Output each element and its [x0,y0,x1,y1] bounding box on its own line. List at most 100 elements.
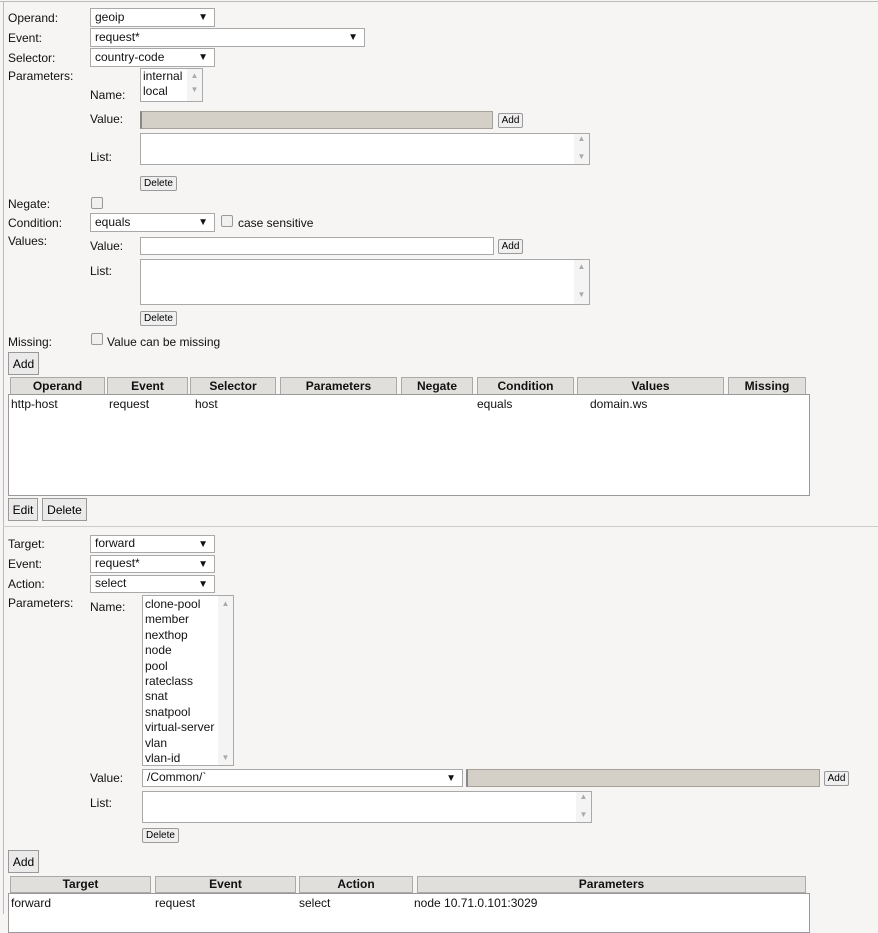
dropdown-arrow-icon: ▼ [198,12,208,23]
table-row[interactable]: forward request select node 10.71.0.101:… [9,896,809,912]
dropdown-arrow-icon: ▼ [198,52,208,63]
column-header-action[interactable]: Action [299,876,413,893]
parameter-value-input[interactable] [140,111,493,129]
selector-select[interactable]: country-code ▼ [90,48,215,67]
values-value-label: Value: [90,239,124,253]
listbox-scrollbar[interactable]: ▲ ▼ [187,69,202,101]
action-list[interactable]: ▲ ▼ [142,791,592,823]
dropdown-arrow-icon: ▼ [198,217,208,228]
condition-select[interactable]: equals ▼ [90,213,215,232]
list-scrollbar[interactable]: ▲ ▼ [574,260,589,304]
name-listbox[interactable]: internal local ▲ ▼ [140,68,203,102]
dropdown-arrow-icon: ▼ [198,559,208,570]
action-value-add-button[interactable]: Add [824,771,849,786]
values-add-button[interactable]: Add [498,239,523,254]
parameter-list[interactable]: ▲ ▼ [140,133,590,165]
column-header-negate[interactable]: Negate [401,377,473,395]
values-label: Values: [8,234,48,248]
action-event-value: request* [95,556,140,570]
column-header-values[interactable]: Values [577,377,724,395]
list-label: List: [90,150,113,164]
values-delete-button[interactable]: Delete [140,311,177,326]
dropdown-arrow-icon: ▼ [446,773,456,784]
action-list-delete-button[interactable]: Delete [142,828,179,843]
actions-table: forward request select node 10.71.0.101:… [8,893,810,933]
cell-parameters: node 10.71.0.101:3029 [414,896,538,910]
list-scrollbar[interactable]: ▲ ▼ [576,792,591,822]
parameter-delete-button[interactable]: Delete [140,176,177,191]
operand-value: geoip [95,10,125,24]
condition-value: equals [95,215,131,229]
column-header-selector[interactable]: Selector [190,377,276,395]
action-value-select[interactable]: /Common/` ▼ [142,769,463,787]
parameter-add-button[interactable]: Add [498,113,523,128]
missing-checkbox[interactable] [91,333,103,345]
action-value-select-value: /Common/` [147,770,207,784]
missing-checkbox-label: Value can be missing [107,335,221,349]
section-divider [3,526,878,527]
target-select[interactable]: forward ▼ [90,535,215,553]
dropdown-arrow-icon: ▼ [348,32,358,43]
conditions-table: http-host request host equals domain.ws [8,394,810,496]
column-header-event[interactable]: Event [155,876,296,893]
left-border [3,1,4,914]
cell-operand: http-host [11,397,58,411]
cell-event: request [155,896,196,910]
event-select[interactable]: request* ▼ [90,28,365,47]
action-name-label: Name: [90,600,126,614]
cell-values: domain.ws [590,397,648,411]
action-value-label: Value: [90,771,124,785]
action-select[interactable]: select ▼ [90,575,215,593]
table-row[interactable]: http-host request host equals domain.ws [9,397,809,413]
selector-value: country-code [95,50,165,64]
case-sensitive-checkbox[interactable] [221,215,233,227]
condition-label: Condition: [8,216,63,230]
value-label: Value: [90,112,124,126]
parameters-label: Parameters: [8,69,74,83]
selector-label: Selector: [8,51,56,65]
action-event-label: Event: [8,557,43,571]
column-header-operand[interactable]: Operand [10,377,105,395]
edit-condition-button[interactable]: Edit [8,498,38,521]
listbox-scrollbar[interactable]: ▲ ▼ [218,596,233,765]
operand-label: Operand: [8,11,59,25]
cell-action: select [299,896,331,910]
action-list-label: List: [90,796,113,810]
dropdown-arrow-icon: ▼ [198,579,208,590]
column-header-condition[interactable]: Condition [477,377,574,395]
add-action-button[interactable]: Add [8,850,39,873]
dropdown-arrow-icon: ▼ [198,539,208,550]
event-label: Event: [8,31,43,45]
column-header-event[interactable]: Event [107,377,188,395]
column-header-parameters[interactable]: Parameters [417,876,806,893]
values-list[interactable]: ▲ ▼ [140,259,590,305]
operand-select[interactable]: geoip ▼ [90,8,215,27]
name-label: Name: [90,88,126,102]
negate-label: Negate: [8,197,51,211]
action-event-select[interactable]: request* ▼ [90,555,215,573]
action-name-listbox[interactable]: clone-pool member nexthop node pool rate… [142,595,234,766]
event-value: request* [95,30,140,44]
action-value-input[interactable] [466,769,820,787]
target-value: forward [95,536,136,550]
case-sensitive-label: case sensitive [238,216,314,230]
action-label: Action: [8,577,45,591]
action-value: select [95,576,127,590]
list-scrollbar[interactable]: ▲ ▼ [574,134,589,164]
add-condition-button[interactable]: Add [8,352,39,375]
delete-condition-button[interactable]: Delete [42,498,87,521]
negate-checkbox[interactable] [91,197,103,209]
action-parameters-label: Parameters: [8,596,74,610]
cell-condition: equals [477,397,513,411]
values-value-input[interactable] [140,237,494,255]
target-label: Target: [8,537,45,551]
missing-label: Missing: [8,335,53,349]
column-header-parameters[interactable]: Parameters [280,377,397,395]
column-header-target[interactable]: Target [10,876,151,893]
cell-target: forward [11,896,52,910]
top-border [0,1,878,2]
cell-event: request [109,397,150,411]
cell-selector: host [195,397,218,411]
values-list-label: List: [90,264,113,278]
column-header-missing[interactable]: Missing [728,377,806,395]
